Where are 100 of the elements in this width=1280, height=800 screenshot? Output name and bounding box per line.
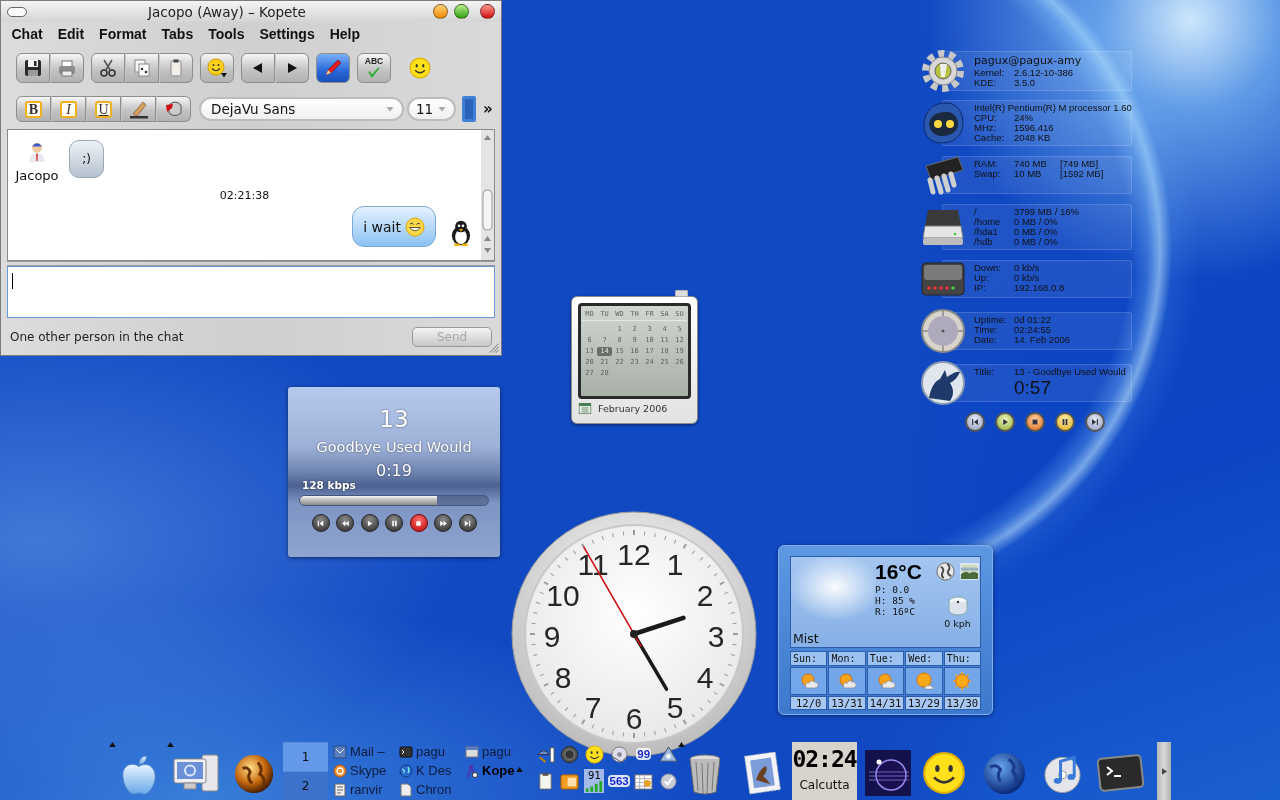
task-button[interactable]: Mail – — [333, 742, 399, 761]
trash-icon[interactable] — [687, 752, 723, 796]
weather-detail: H: 85 % — [875, 595, 917, 606]
task-button[interactable]: Chron — [399, 780, 465, 799]
info-label: Cache: — [974, 133, 1006, 143]
partly-cloudy-icon — [875, 671, 896, 691]
progress-track[interactable] — [299, 495, 489, 506]
desktop-pager-cell[interactable]: 1 — [283, 742, 328, 771]
menu-item[interactable]: Tabs — [154, 25, 201, 42]
underline-button[interactable]: U — [86, 96, 121, 122]
cut-button[interactable] — [91, 53, 125, 83]
photo-icon[interactable] — [960, 562, 979, 581]
task-button[interactable]: Skype — [333, 761, 399, 780]
robot-head-icon — [920, 100, 966, 146]
message-text: i wait — [363, 218, 401, 235]
previous-button[interactable] — [965, 412, 985, 432]
color-button[interactable] — [156, 96, 191, 122]
expand-arrow-icon[interactable] — [678, 742, 685, 747]
highlight-button[interactable] — [121, 96, 156, 122]
swatch-icon — [462, 96, 476, 122]
bold-button[interactable]: B — [16, 96, 51, 122]
info-label: Date: — [974, 335, 998, 345]
info-label: Down: — [974, 263, 1002, 273]
weather-detail: R: 16ºC — [875, 606, 917, 617]
stamp-icon[interactable] — [744, 752, 781, 796]
font-dropdown[interactable]: DejaVu Sans — [199, 97, 404, 121]
spellcheck-button[interactable]: ABC — [357, 53, 391, 83]
minimize-button[interactable] — [433, 4, 448, 19]
window-menu-button[interactable] — [7, 6, 27, 17]
task-button[interactable]: pagu — [399, 742, 465, 761]
forecast-day: Wed: — [905, 651, 943, 666]
disc-icon[interactable] — [609, 744, 629, 764]
smiley-icon[interactable] — [585, 744, 604, 764]
pause-button[interactable] — [385, 514, 403, 532]
next-track-button[interactable] — [458, 514, 477, 532]
save-button[interactable] — [16, 53, 50, 83]
panel-handle[interactable] — [1157, 742, 1171, 800]
check-circle-icon[interactable] — [658, 771, 678, 791]
emoticon-button[interactable] — [200, 53, 234, 83]
menu-item[interactable]: Settings — [251, 25, 323, 42]
task-button[interactable]: ranvir — [333, 780, 399, 799]
highlighter-icon — [128, 99, 149, 119]
previous-track-button[interactable] — [311, 514, 330, 532]
info-label: Time: — [974, 325, 998, 335]
next-button[interactable] — [275, 53, 309, 83]
task-button[interactable]: K Des — [399, 761, 465, 780]
task-button[interactable]: Kope — [465, 761, 531, 780]
maximize-button[interactable] — [454, 4, 469, 19]
rewind-button[interactable] — [336, 514, 354, 532]
unread-count[interactable]: 563 — [608, 775, 630, 787]
menu-item[interactable]: Edit — [50, 25, 92, 42]
elapsed-time: 0:57 — [1014, 377, 1052, 399]
save-icon — [23, 58, 43, 78]
scrollbar[interactable] — [481, 130, 494, 260]
clock-number: 4 — [696, 660, 714, 694]
italic-button[interactable]: I — [51, 96, 86, 122]
desktop-pager-cell[interactable]: 2 — [283, 771, 328, 800]
play-button[interactable] — [360, 514, 379, 532]
play-button[interactable] — [995, 412, 1015, 432]
globe-icon[interactable] — [936, 562, 955, 581]
info-value: 13 - Goodbye Used Would — [1014, 366, 1126, 377]
computer-icon[interactable] — [172, 751, 222, 795]
menu-item[interactable]: Chat — [4, 25, 51, 42]
message-input[interactable] — [7, 266, 495, 318]
overflow-button[interactable]: » — [483, 100, 493, 118]
info-label: CPU: — [974, 113, 997, 123]
menu-item[interactable]: Format — [91, 25, 155, 42]
stop-button[interactable] — [1025, 412, 1045, 432]
info-value: 24% — [1014, 112, 1033, 123]
globe-icon[interactable] — [233, 753, 275, 795]
clock-time: 02:24 — [792, 746, 857, 772]
close-button[interactable] — [480, 4, 495, 19]
next-icon — [1089, 416, 1101, 428]
task-button[interactable]: pagu — [465, 742, 531, 761]
next-button[interactable] — [1085, 412, 1105, 432]
clock-number: 8 — [554, 660, 572, 694]
pause-button[interactable] — [1055, 412, 1075, 432]
globe-icon[interactable] — [982, 750, 1027, 796]
triangle-icon[interactable] — [658, 744, 678, 764]
info-value: 3799 MB / 16% — [1014, 206, 1079, 217]
network-icon[interactable] — [535, 744, 555, 764]
menu-item[interactable]: Tools — [200, 25, 252, 42]
smiley-icon[interactable] — [922, 751, 966, 795]
calendar-icon[interactable] — [634, 771, 654, 791]
speaker-icon[interactable] — [560, 744, 580, 764]
paste-button[interactable] — [159, 53, 193, 83]
clock-number: 3 — [707, 619, 725, 653]
menu-item[interactable]: Help — [322, 25, 368, 42]
fast-forward-button[interactable] — [434, 514, 452, 532]
pen-button[interactable] — [316, 53, 350, 83]
unread-count[interactable]: 99 — [636, 748, 652, 760]
folder-icon[interactable] — [560, 771, 580, 791]
clock-number: 7 — [584, 690, 602, 724]
globe-icon — [399, 763, 413, 778]
clock-applet[interactable]: 02:24 Calcutta — [792, 742, 857, 800]
planet-icon[interactable] — [865, 750, 911, 796]
font-size-dropdown[interactable]: 11 — [407, 97, 456, 121]
resize-grip-icon[interactable] — [487, 341, 500, 354]
stop-button[interactable] — [409, 514, 428, 532]
previous-button[interactable] — [241, 53, 275, 83]
